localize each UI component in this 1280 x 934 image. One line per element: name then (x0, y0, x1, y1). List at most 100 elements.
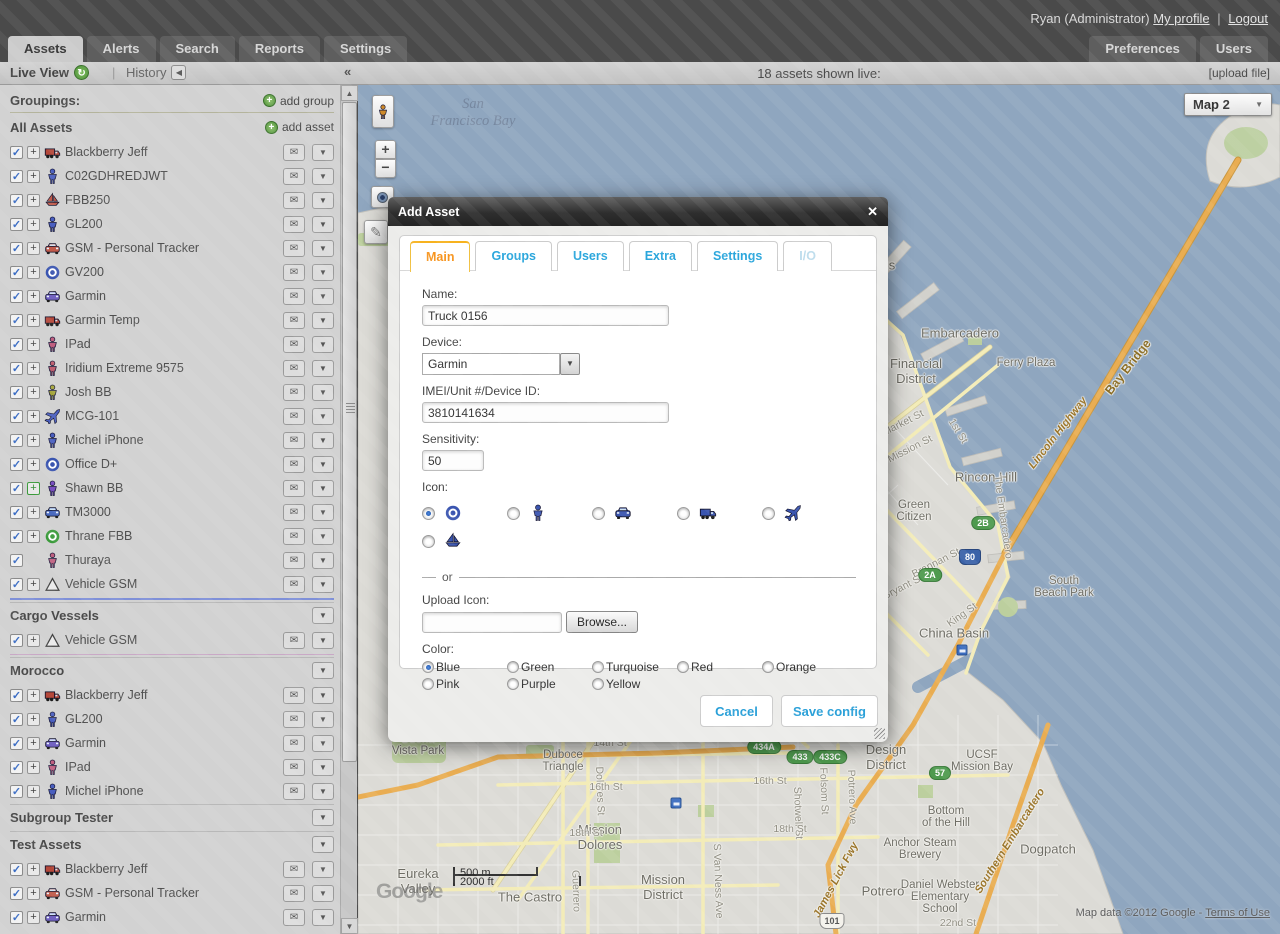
group-menu-button[interactable]: ▼ (312, 809, 334, 826)
asset-expander[interactable]: + (27, 634, 40, 647)
asset-expander[interactable]: + (27, 410, 40, 423)
asset-checkbox[interactable]: ✓ (10, 170, 23, 183)
my-profile-link[interactable]: My profile (1153, 11, 1209, 26)
asset-menu-button[interactable]: ▼ (312, 861, 334, 878)
asset-checkbox[interactable]: ✓ (10, 785, 23, 798)
color-radio-red[interactable] (677, 661, 689, 673)
asset-expander[interactable]: + (27, 458, 40, 471)
asset-menu-button[interactable]: ▼ (312, 264, 334, 281)
asset-expander[interactable]: + (27, 761, 40, 774)
asset-menu-button[interactable]: ▼ (312, 216, 334, 233)
group-menu-button[interactable]: ▼ (312, 662, 334, 679)
asset-message-button[interactable]: ✉ (283, 632, 305, 649)
asset-message-button[interactable]: ✉ (283, 240, 305, 257)
color-radio-green[interactable] (507, 661, 519, 673)
device-dropdown-button[interactable]: ▼ (560, 353, 580, 375)
asset-expander[interactable]: + (27, 194, 40, 207)
dialog-tab-groups[interactable]: Groups (475, 241, 551, 271)
asset-menu-button[interactable]: ▼ (312, 432, 334, 449)
resize-handle[interactable] (874, 728, 885, 739)
asset-message-button[interactable]: ✉ (283, 885, 305, 902)
add-asset-button[interactable]: +add asset (265, 120, 334, 134)
asset-checkbox[interactable]: ✓ (10, 314, 23, 327)
asset-expander[interactable]: + (27, 266, 40, 279)
scrollbar-thumb[interactable] (342, 102, 357, 762)
zoom-out-button[interactable]: − (375, 159, 396, 178)
logout-link[interactable]: Logout (1228, 11, 1268, 26)
asset-message-button[interactable]: ✉ (283, 144, 305, 161)
asset-checkbox[interactable]: ✓ (10, 386, 23, 399)
asset-checkbox[interactable]: ✓ (10, 863, 23, 876)
icon-radio-car[interactable] (592, 507, 605, 520)
asset-message-button[interactable]: ✉ (283, 192, 305, 209)
asset-menu-button[interactable]: ▼ (312, 384, 334, 401)
scroll-down-arrow[interactable]: ▼ (341, 918, 358, 934)
asset-expander[interactable]: + (27, 506, 40, 519)
asset-message-button[interactable]: ✉ (283, 384, 305, 401)
asset-checkbox[interactable]: ✓ (10, 458, 23, 471)
asset-expander[interactable]: + (27, 863, 40, 876)
asset-message-button[interactable]: ✉ (283, 576, 305, 593)
group-menu-button[interactable]: ▼ (312, 836, 334, 853)
asset-checkbox[interactable]: ✓ (10, 578, 23, 591)
asset-message-button[interactable]: ✉ (283, 552, 305, 569)
refresh-icon[interactable]: ↻ (74, 65, 89, 80)
color-radio-orange[interactable] (762, 661, 774, 673)
asset-checkbox[interactable]: ✓ (10, 530, 23, 543)
terms-of-use-link[interactable]: Terms of Use (1205, 907, 1270, 919)
asset-menu-button[interactable]: ▼ (312, 885, 334, 902)
close-icon[interactable]: ✕ (867, 204, 878, 220)
asset-checkbox[interactable]: ✓ (10, 689, 23, 702)
asset-expander[interactable]: + (27, 887, 40, 900)
asset-expander[interactable]: + (27, 170, 40, 183)
asset-expander[interactable]: + (27, 434, 40, 447)
asset-message-button[interactable]: ✉ (283, 456, 305, 473)
asset-message-button[interactable]: ✉ (283, 528, 305, 545)
asset-menu-button[interactable]: ▼ (312, 632, 334, 649)
scroll-up-arrow[interactable]: ▲ (341, 85, 358, 101)
history-toggle[interactable]: History ◀ (126, 65, 186, 80)
asset-expander[interactable]: + (27, 242, 40, 255)
asset-message-button[interactable]: ✉ (283, 336, 305, 353)
asset-message-button[interactable]: ✉ (283, 432, 305, 449)
asset-menu-button[interactable]: ▼ (312, 480, 334, 497)
sidebar-scrollbar[interactable]: ▲ ▼ (340, 85, 357, 934)
asset-menu-button[interactable]: ▼ (312, 687, 334, 704)
asset-expander[interactable]: + (27, 314, 40, 327)
asset-message-button[interactable]: ✉ (283, 480, 305, 497)
asset-message-button[interactable]: ✉ (283, 861, 305, 878)
asset-menu-button[interactable]: ▼ (312, 759, 334, 776)
asset-expander[interactable]: + (27, 290, 40, 303)
history-back-icon[interactable]: ◀ (171, 65, 186, 80)
asset-message-button[interactable]: ✉ (283, 288, 305, 305)
dialog-tab-extra[interactable]: Extra (629, 241, 692, 271)
asset-checkbox[interactable]: ✓ (10, 713, 23, 726)
asset-expander[interactable]: + (27, 362, 40, 375)
add-group-button[interactable]: + add group (263, 94, 334, 108)
asset-expander[interactable]: + (27, 218, 40, 231)
asset-menu-button[interactable]: ▼ (312, 504, 334, 521)
asset-message-button[interactable]: ✉ (283, 687, 305, 704)
tab-reports[interactable]: Reports (239, 36, 320, 62)
asset-message-button[interactable]: ✉ (283, 360, 305, 377)
asset-checkbox[interactable]: ✓ (10, 634, 23, 647)
asset-menu-button[interactable]: ▼ (312, 552, 334, 569)
asset-message-button[interactable]: ✉ (283, 216, 305, 233)
color-radio-turquoise[interactable] (592, 661, 604, 673)
color-radio-blue[interactable] (422, 661, 434, 673)
asset-message-button[interactable]: ✉ (283, 711, 305, 728)
asset-expander[interactable]: + (27, 482, 40, 495)
asset-menu-button[interactable]: ▼ (312, 144, 334, 161)
asset-menu-button[interactable]: ▼ (312, 735, 334, 752)
asset-message-button[interactable]: ✉ (283, 759, 305, 776)
tab-alerts[interactable]: Alerts (87, 36, 156, 62)
asset-message-button[interactable]: ✉ (283, 168, 305, 185)
asset-menu-button[interactable]: ▼ (312, 336, 334, 353)
asset-menu-button[interactable]: ▼ (312, 576, 334, 593)
upload-file-link[interactable]: [upload file] (1209, 66, 1270, 80)
asset-menu-button[interactable]: ▼ (312, 192, 334, 209)
asset-checkbox[interactable]: ✓ (10, 266, 23, 279)
icon-radio-truck[interactable] (677, 507, 690, 520)
asset-expander[interactable]: + (27, 338, 40, 351)
save-config-button[interactable]: Save config (781, 695, 878, 727)
